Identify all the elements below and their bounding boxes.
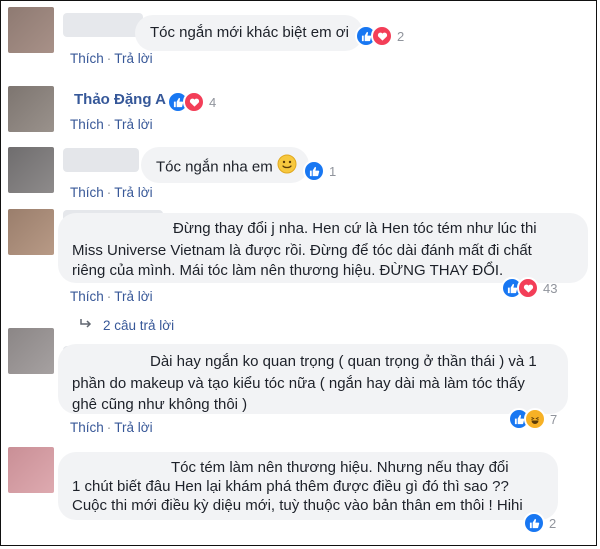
reply-link[interactable]: Trả lời (114, 117, 152, 132)
comment-actions: Thích · Trả lời (70, 420, 153, 435)
reply-link[interactable]: Trả lời (114, 51, 152, 66)
like-icon (303, 160, 325, 182)
like-link[interactable]: Thích (70, 420, 104, 435)
view-replies-link[interactable]: 2 câu trả lời (79, 318, 174, 333)
separator: · (106, 117, 112, 132)
reaction-count: 4 (209, 94, 217, 110)
reaction-count: 7 (550, 411, 558, 427)
reaction-count: 1 (329, 163, 337, 179)
author-name[interactable]: Thảo Đặng A (74, 91, 166, 108)
reaction-summary[interactable]: 2 (355, 25, 404, 47)
reply-link[interactable]: Trả lời (114, 420, 152, 435)
reaction-count: 2 (549, 515, 557, 531)
love-icon (183, 91, 205, 113)
like-link[interactable]: Thích (70, 117, 104, 132)
comment-actions: Thích · Trả lời (70, 185, 153, 200)
separator: · (106, 51, 112, 66)
like-link[interactable]: Thích (70, 185, 104, 200)
blurred-author-name (63, 148, 139, 172)
comment-text: riêng của mình. Mái tóc làm nên thương h… (72, 262, 504, 279)
love-icon (517, 277, 539, 299)
separator: · (106, 289, 112, 304)
comment-text: Dài hay ngắn ko quan trọng ( quan trọng … (150, 353, 537, 370)
avatar[interactable] (8, 7, 54, 53)
reply-link[interactable]: Trả lời (114, 289, 152, 304)
like-link[interactable]: Thích (70, 51, 104, 66)
reaction-summary[interactable]: 7 (508, 408, 557, 430)
reaction-summary[interactable]: 1 (303, 160, 336, 182)
reply-arrow-icon (79, 318, 93, 333)
reaction-count: 43 (543, 280, 558, 296)
comment-text: Đừng thay đổi j nha. Hen cứ là Hen tóc t… (173, 220, 537, 237)
comment-actions: Thích · Trả lời (70, 117, 153, 132)
like-icon (523, 512, 545, 534)
comment-actions: Thích · Trả lời (70, 51, 153, 66)
avatar[interactable] (8, 147, 54, 193)
like-link[interactable]: Thích (70, 289, 104, 304)
avatar[interactable] (8, 328, 54, 374)
reaction-summary[interactable]: 4 (167, 91, 216, 113)
reaction-count: 2 (397, 28, 405, 44)
comment-text: Tóc ngắn nha em (156, 154, 297, 181)
comment-text: Miss Universe Vietnam là được rồi. Đừng … (72, 242, 532, 259)
separator: · (106, 420, 112, 435)
view-replies-label[interactable]: 2 câu trả lời (103, 318, 174, 333)
reply-link[interactable]: Trả lời (114, 185, 152, 200)
reaction-summary[interactable]: 2 (523, 512, 556, 534)
comment-text: Cuộc thi mới điều kỳ diệu mới, tuỳ thuộc… (72, 497, 523, 514)
avatar[interactable] (8, 86, 54, 132)
love-icon (371, 25, 393, 47)
comment-thread: Tóc ngắn mới khác biệt em ơi 2 Thích · Trả… (0, 0, 597, 546)
avatar[interactable] (8, 447, 54, 493)
blurred-author-name (63, 13, 143, 37)
comment-text: ghê cũng như không thôi ) (72, 396, 248, 413)
reaction-summary[interactable]: 43 (501, 277, 557, 299)
separator: · (106, 185, 112, 200)
comment-text: Tóc ngắn mới khác biệt em ơi (150, 24, 349, 41)
haha-icon (524, 408, 546, 430)
comment-actions: Thích · Trả lời (70, 289, 153, 304)
avatar[interactable] (8, 209, 54, 255)
smile-emoji-icon (277, 154, 297, 181)
comment-text: phần do makeup và tạo kiểu tóc nữa ( ngắ… (72, 375, 525, 392)
